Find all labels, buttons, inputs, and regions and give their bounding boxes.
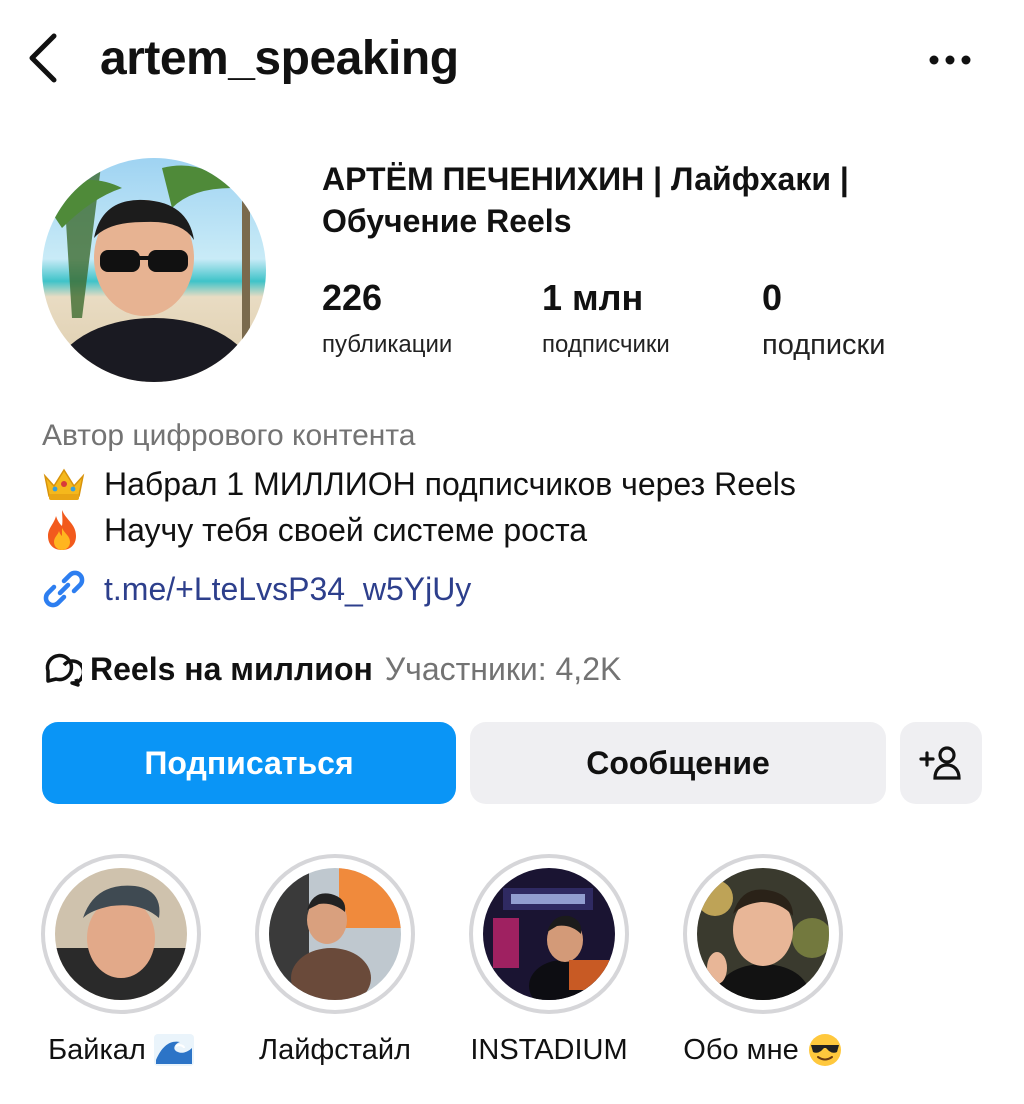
channel-name: Reels на миллион <box>90 651 373 687</box>
highlight-about-me[interactable]: Обо мне <box>680 854 846 1070</box>
chevron-left-icon <box>29 33 57 83</box>
highlight-cover <box>697 868 829 1000</box>
profile-category: Автор цифрового контента <box>42 419 416 452</box>
highlight-lifestyle[interactable]: Лайфстайл <box>252 854 418 1070</box>
highlight-label: Байкал <box>48 1034 146 1066</box>
more-options-button[interactable] <box>920 40 980 80</box>
bio-line-text: Научу тебя своей системе роста <box>104 512 588 548</box>
ellipsis-icon <box>929 55 971 65</box>
profile-display-name: АРТЁМ ПЕЧЕНИХИН | Лайфхаки | Обучение Re… <box>322 161 849 239</box>
bio-link-text: t.me/+LteLvsP34_w5YjUy <box>104 571 472 607</box>
sunglasses-face-icon <box>807 1032 843 1068</box>
suggested-users-button[interactable] <box>900 722 982 804</box>
stat-posts[interactable]: 226 публикации <box>322 276 452 360</box>
stat-followers-count: 1 млн <box>542 277 644 318</box>
highlight-cover <box>55 868 187 1000</box>
highlight-cover <box>483 868 615 1000</box>
chat-bubbles-icon <box>42 646 90 692</box>
message-button[interactable]: Сообщение <box>470 722 886 804</box>
link-icon <box>42 566 94 612</box>
highlight-baikal[interactable]: Байкал <box>38 854 204 1070</box>
highlight-instadium[interactable]: INSTADIUM <box>466 854 632 1070</box>
add-person-icon <box>919 746 961 780</box>
highlight-ring <box>255 854 415 1014</box>
highlight-label: INSTADIUM <box>470 1034 628 1066</box>
highlight-label: Обо мне <box>683 1034 799 1066</box>
profile-username: artem_speaking <box>100 31 459 85</box>
highlight-ring <box>41 854 201 1014</box>
highlight-label: Лайфстайл <box>259 1034 411 1066</box>
highlight-cover <box>269 868 401 1000</box>
crown-icon <box>42 462 94 506</box>
channel-members: Участники: 4,2K <box>384 651 622 687</box>
broadcast-channel[interactable]: Reels на миллион Участники: 4,2K <box>42 646 621 692</box>
stat-posts-count: 226 <box>322 277 383 318</box>
fire-icon <box>42 508 94 552</box>
stat-followers-label: подписчики <box>542 331 670 358</box>
bio-line: Набрал 1 МИЛЛИОН подписчиков через Reels <box>42 462 796 506</box>
highlight-ring <box>469 854 629 1014</box>
bio-line-text: Набрал 1 МИЛЛИОН подписчиков через Reels <box>104 466 796 502</box>
stat-following-label: подписки <box>762 329 886 361</box>
avatar-photo <box>42 158 266 382</box>
wave-icon <box>153 1034 194 1066</box>
stat-following[interactable]: 0 подписки <box>762 276 885 360</box>
bio-line: Научу тебя своей системе роста <box>42 508 587 552</box>
stat-following-count: 0 <box>762 277 783 318</box>
bio-link[interactable]: t.me/+LteLvsP34_w5YjUy <box>42 566 471 612</box>
stat-posts-label: публикации <box>322 331 453 358</box>
highlight-ring <box>683 854 843 1014</box>
follow-button[interactable]: Подписаться <box>42 722 456 804</box>
stat-followers[interactable]: 1 млн подписчики <box>542 276 670 360</box>
back-button[interactable] <box>20 28 64 88</box>
profile-avatar[interactable] <box>42 158 266 382</box>
